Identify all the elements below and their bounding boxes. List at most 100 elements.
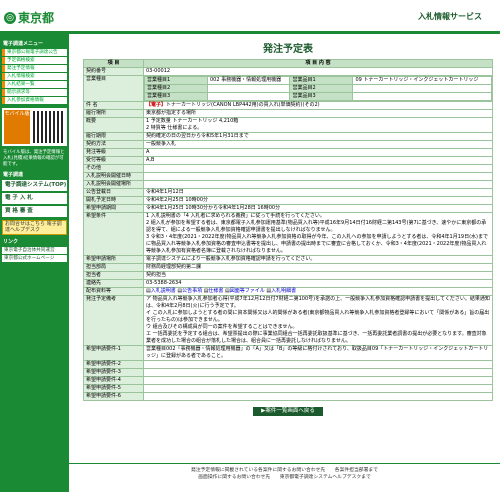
cond-3-label: 希望申請要件-3 [83, 368, 144, 377]
header: ◎ 東京都 入札情報サービス [0, 0, 500, 34]
link-joint-operation[interactable]: 東京電子自治体共同運営 [2, 247, 67, 254]
tel-value: 03-5388-2634 [143, 279, 493, 288]
accept-grade-value: A,B [143, 156, 493, 165]
summary-line-2: 2 特質等 仕様書による。 [146, 125, 203, 131]
remarks-label: 発注予定備考 [83, 295, 144, 346]
footer: 発注予定情報に掲載されている各案件に関するお問い合わせ先 各案件担当部署まで 画… [69, 463, 500, 496]
doc-link-spec[interactable]: 仕様書 [208, 288, 223, 294]
sidebar-item-bid-search[interactable]: 入札情報検索 [2, 73, 67, 80]
business-type-2-label: 営業種目2 [144, 84, 208, 93]
footer-line-2: 画面操作に関するお問い合わせ先 東京都電子調達システムヘルプデスクまで [198, 475, 371, 480]
apply-period-value: 令和4年1月25日 10時30分から令和4年1月28日 16時00分 [143, 204, 493, 213]
remarks-line-4: エ 一括再委託を予定する組合は、希望票提出の際に事業協同組合一括再委託取扱基準に… [146, 331, 487, 344]
delivery-label: 履行場所 [83, 109, 144, 118]
condition-line-3: 3 令和3・4年度(2021・2022年度)物品買入れ等競争入札参加資格の取得が… [146, 234, 488, 254]
method-value: 一般競争入札 [143, 140, 493, 149]
order-grade-label: 発注等級 [83, 148, 144, 157]
business-item-1-value: 09 トナーカートリッジ・インクジェットカートリッジ [352, 76, 492, 85]
mobile-description: モバイル版は、発注予定情報と入札(見積)結果情報の確認が可能です。 [3, 150, 65, 167]
link-tokyo-official[interactable]: 東京都公式ホームページ [2, 255, 67, 262]
qr-code-icon [33, 111, 65, 143]
business-type-1-value: 002 事務機器・情報処理用機器 [206, 76, 291, 85]
business-item-1-label: 営業品目1 [289, 76, 354, 85]
briefing-date-value [143, 172, 493, 181]
mobile-button[interactable]: モバイル版 [4, 110, 30, 144]
sidebar-item-qualification[interactable]: 入札参加資格情報 [2, 97, 67, 104]
remarks-line-1: ア 物品買入れ等競争入札参加者心得(平成7年12月12日付7財経二第100号)を… [146, 296, 490, 309]
dept-label: 担当部局 [83, 263, 144, 272]
cond-3-value [143, 368, 493, 377]
briefing-place-value [143, 180, 493, 189]
tokyo-logo[interactable]: ◎ 東京都 [4, 9, 54, 26]
contract-no-value: 03-00012 [143, 67, 493, 76]
business-type-1-label: 営業種目1 [144, 76, 208, 85]
cond-5-label: 希望申請要件-5 [83, 384, 144, 393]
period-label: 履行期限 [83, 132, 144, 141]
condition-line-2: 2 組入札が参加を希望する者は、東京都電子入札参加運用基準(物品買入れ等)平成1… [146, 220, 487, 233]
subject-label: 件 名 [83, 101, 144, 110]
mobile-button-label: モバイル版 [4, 111, 30, 117]
apply-period-label: 希望申請期間 [83, 204, 144, 213]
inquiry-banner[interactable]: お問合せはこちら 電子調達ヘルプデスク [2, 220, 67, 235]
procurement-top-button[interactable]: 電子調達システム(TOP) [2, 180, 67, 191]
doc-link-drawing[interactable]: 図面等ファイル [230, 288, 265, 294]
cond-4-label: 希望申請要件-4 [83, 376, 144, 385]
summary-label: 概要 [83, 117, 144, 133]
business-type-2-value [206, 84, 291, 93]
sidebar-item-order-plan[interactable]: 発注予定情報 [2, 65, 67, 72]
sidebar-heading-links: リンク [3, 239, 19, 245]
sidebar-heading-menu: 電子調達メニュー [3, 41, 44, 47]
e-bid-button[interactable]: 電 子 入 札 [2, 193, 67, 204]
sidebar: 電子調達メニュー 東京都公報電子調達公告 予定価格検索 発注予定情報 入札情報検… [0, 34, 69, 492]
order-plan-table: 項 目項 目 内 容 契約番号 03-00012 営業種目 営業種目1 002 事務… [83, 59, 493, 401]
accept-grade-label: 受付等級 [83, 156, 144, 165]
footer-line-1: 発注予定情報に掲載されている各案件に関するお問い合わせ先 各案件担当部署まで [191, 468, 378, 473]
sidebar-item-disclosure[interactable]: 開示請求等 [2, 89, 67, 96]
delivery-value: 東京都が指定する場所 [143, 109, 493, 118]
business-item-2-label: 営業品目2 [289, 84, 354, 93]
other-label: その他 [83, 164, 144, 173]
subject-tag: 【電子】 [146, 102, 167, 108]
cond-2-value [143, 360, 493, 369]
dept-value: 財務局経理部契約第二課 [143, 263, 493, 272]
person-value: 契約担当 [143, 271, 493, 280]
period-value: 契約確定の日の翌日から令和5年1月31日まで [143, 132, 493, 141]
summary-line-1: 1 予定数量 トナーカートリッジ 4,210箱 [146, 118, 239, 124]
doc-link-notice[interactable]: 公告事項 [182, 288, 202, 294]
back-to-list-button[interactable]: ▶案件一覧画面へ戻る [253, 407, 323, 416]
business-item-2-value [352, 84, 492, 93]
apply-place-label: 希望申請場所 [83, 255, 144, 264]
open-date-value: 令和4年2月25日 10時00分 [143, 196, 493, 205]
logo-text: 東京都 [18, 11, 55, 25]
service-title: 入札情報サービス [418, 12, 482, 21]
cond-1-label: 希望申請要件-1 [83, 345, 144, 361]
pub-date-label: 公告登載日 [83, 188, 144, 197]
pub-date-value: 令和4年1月12日 [143, 188, 493, 197]
business-table: 営業種目1 002 事務機器・情報処理用機器 営業品目1 09 トナーカートリッジ・イ… [144, 76, 492, 101]
doc-link-detail[interactable]: 入札明細書 [271, 288, 296, 294]
tel-label: 連絡先 [83, 279, 144, 288]
other-value [143, 164, 493, 173]
doc-link-guide[interactable]: 入札説明書 [151, 288, 176, 294]
person-label: 担当者 [83, 271, 144, 280]
sidebar-item-public-notice[interactable]: 東京都公報電子調達公告 [2, 49, 67, 56]
tokyo-emblem-icon: ◎ [4, 11, 16, 24]
briefing-place-label: 入札説明会開催場所 [83, 180, 144, 189]
business-type-3-value [206, 92, 291, 101]
briefing-date-label: 入札説明会開催日時 [83, 172, 144, 181]
cond-5-value [143, 384, 493, 393]
sidebar-item-results[interactable]: 入札結果一覧 [2, 81, 67, 88]
mobile-panel: モバイル版 [2, 108, 67, 146]
business-item-3-value [352, 92, 492, 101]
cond-4-value [143, 376, 493, 385]
remarks-line-2: イ この入札に参加しようとする者の間に資本関係又は人的関係がある者(東京都物品買… [146, 310, 490, 323]
conditions-label: 希望条件 [83, 212, 144, 256]
sidebar-item-price[interactable]: 予定価格検索 [2, 57, 67, 64]
qualification-button[interactable]: 資 格 審 査 [2, 206, 67, 217]
remarks-line-3: ウ 組合及びその構成員が同一の案件を希望することはできません。 [146, 324, 298, 330]
docs-label: 配布資料等 [83, 287, 144, 296]
cond-2-label: 希望申請要件-2 [83, 360, 144, 369]
condition-line-1: 1 入札説明書の「4 入札者に求められる義務」に従って手続を行ってください。 [146, 213, 325, 219]
apply-place-value: 電子調達システムにより一般競争入札参加資格確認申請を行ってください。 [143, 255, 493, 264]
business-item-3-label: 営業品目3 [289, 92, 354, 101]
